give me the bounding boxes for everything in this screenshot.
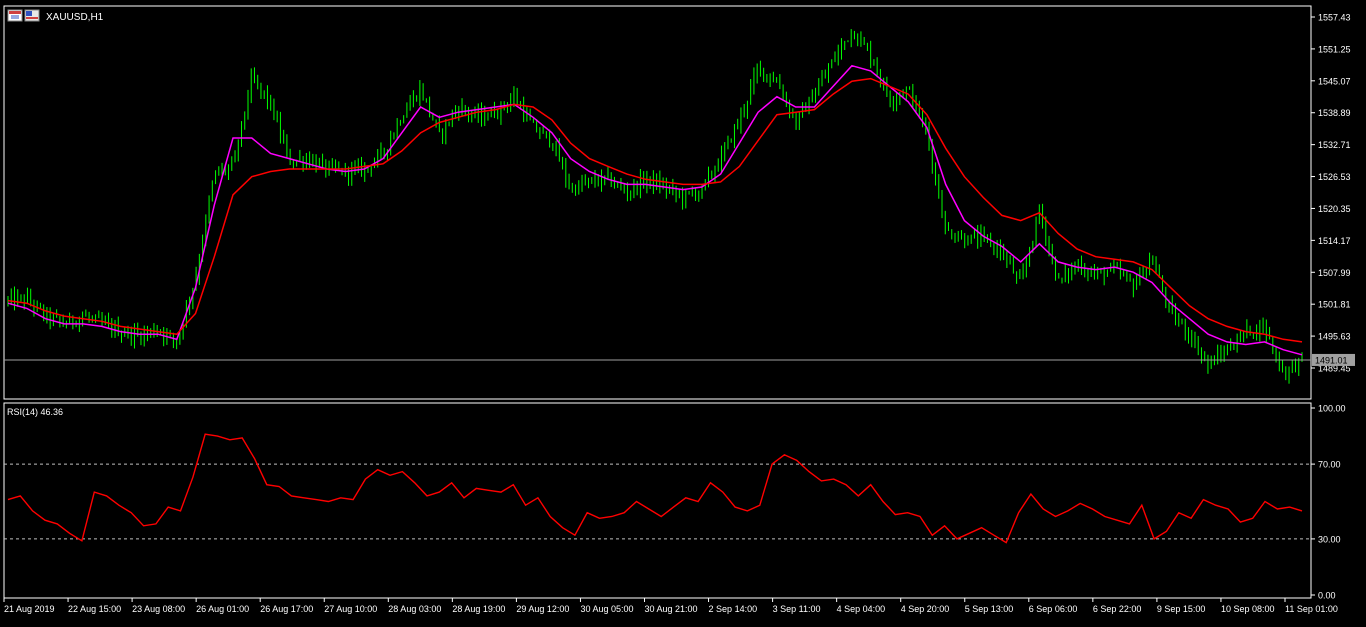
time-tick-label: 5 Sep 13:00 xyxy=(965,604,1014,614)
time-tick-label: 2 Sep 14:00 xyxy=(709,604,758,614)
time-tick-label: 30 Aug 05:00 xyxy=(580,604,633,614)
price-tick-label: 1514.17 xyxy=(1318,236,1351,246)
time-tick-label: 26 Aug 17:00 xyxy=(260,604,313,614)
current-price-label: 1491.01 xyxy=(1315,355,1348,365)
window-icon xyxy=(7,9,40,22)
time-tick-label: 10 Sep 08:00 xyxy=(1221,604,1275,614)
time-tick-label: 23 Aug 08:00 xyxy=(132,604,185,614)
ma-slow-line xyxy=(7,77,1303,343)
price-tick-label: 1526.53 xyxy=(1318,172,1351,182)
rsi-line xyxy=(7,433,1303,544)
time-tick-label: 28 Aug 19:00 xyxy=(452,604,505,614)
axes-layer: 1557.43 1551.25 1545.07 1538.89 1532.71 1526.… xyxy=(3,13,1355,614)
time-tick-label: 22 Aug 15:00 xyxy=(68,604,121,614)
chart-window[interactable]: 100.00 70.00 30.00 0.00 1557.43 1551.25 1545.… xyxy=(0,0,1366,622)
chart-header: XAUUSD,H1 RSI(14) 46.36 xyxy=(7,9,104,417)
rsi-tick-label: 70.00 xyxy=(1318,460,1341,470)
moving-averages-layer xyxy=(7,64,1303,356)
price-panel-border xyxy=(3,5,1312,400)
time-tick-label: 4 Sep 04:00 xyxy=(837,604,886,614)
time-tick-label: 29 Aug 12:00 xyxy=(516,604,569,614)
price-tick-label: 1507.99 xyxy=(1318,268,1351,278)
time-tick-label: 6 Sep 22:00 xyxy=(1093,604,1142,614)
time-tick-label: 4 Sep 20:00 xyxy=(901,604,950,614)
chart-canvas[interactable]: 100.00 70.00 30.00 0.00 1557.43 1551.25 1545.… xyxy=(0,0,1366,622)
price-tick-label: 1501.81 xyxy=(1318,300,1351,310)
price-tick-label: 1538.89 xyxy=(1318,108,1351,118)
price-tick-label: 1551.25 xyxy=(1318,44,1351,54)
time-tick-label: 26 Aug 01:00 xyxy=(196,604,249,614)
time-tick-label: 11 Sep 01:00 xyxy=(1285,604,1338,614)
rsi-tick-label: 0.00 xyxy=(1318,591,1336,601)
price-tick-label: 1532.71 xyxy=(1318,140,1351,150)
price-tick-label: 1495.63 xyxy=(1318,332,1351,342)
time-tick-label: 21 Aug 2019 xyxy=(4,604,55,614)
time-tick-label: 9 Sep 15:00 xyxy=(1157,604,1206,614)
rsi-tick-label: 100.00 xyxy=(1318,404,1346,414)
price-tick-label: 1545.07 xyxy=(1318,76,1351,86)
price-tick-label: 1557.43 xyxy=(1318,13,1351,23)
rsi-tick-label: 30.00 xyxy=(1318,534,1341,544)
time-tick-label: 6 Sep 06:00 xyxy=(1029,604,1078,614)
candles-layer xyxy=(7,29,1303,384)
time-tick-label: 27 Aug 10:00 xyxy=(324,604,377,614)
ma-fast-line xyxy=(7,64,1303,356)
rsi-panel-border xyxy=(3,402,1312,599)
rsi-panel[interactable]: 100.00 70.00 30.00 0.00 xyxy=(4,404,1346,601)
price-tick-label: 1520.35 xyxy=(1318,204,1351,214)
time-tick-label: 3 Sep 11:00 xyxy=(773,604,821,614)
symbol-label: XAUUSD,H1 xyxy=(46,12,104,23)
time-tick-label: 30 Aug 21:00 xyxy=(645,604,698,614)
time-tick-label: 28 Aug 03:00 xyxy=(388,604,441,614)
rsi-label: RSI(14) 46.36 xyxy=(7,407,63,417)
